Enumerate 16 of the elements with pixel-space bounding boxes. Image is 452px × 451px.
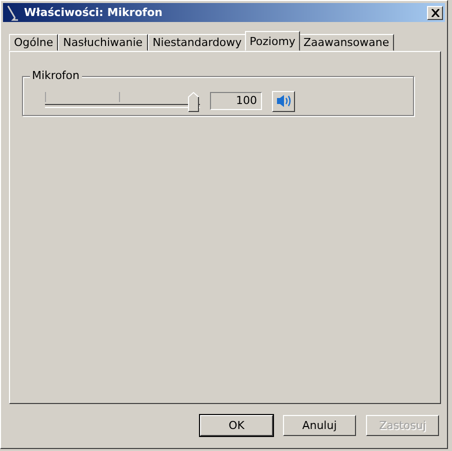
close-button[interactable] [427, 6, 443, 20]
tab[interactable]: Zaawansowane [298, 34, 394, 51]
dialog-button[interactable]: OK [200, 415, 273, 436]
slider-thumb[interactable] [188, 92, 199, 112]
window-title: Właściwości: Mikrofon [24, 6, 164, 19]
tab[interactable]: Nasłuchiwanie [58, 34, 148, 51]
level-field[interactable]: 100 [210, 92, 262, 110]
tab[interactable]: Poziomy [244, 31, 300, 51]
close-icon [430, 8, 440, 16]
volume-slider[interactable] [45, 90, 200, 112]
dialog-button[interactable]: Anuluj [283, 415, 356, 436]
speaker-icon [276, 94, 292, 108]
tab[interactable]: Niestandardowy [148, 34, 247, 51]
tab[interactable]: Ogólne [9, 34, 58, 51]
mute-button[interactable] [272, 90, 295, 112]
group-label: Mikrofon [30, 69, 82, 82]
